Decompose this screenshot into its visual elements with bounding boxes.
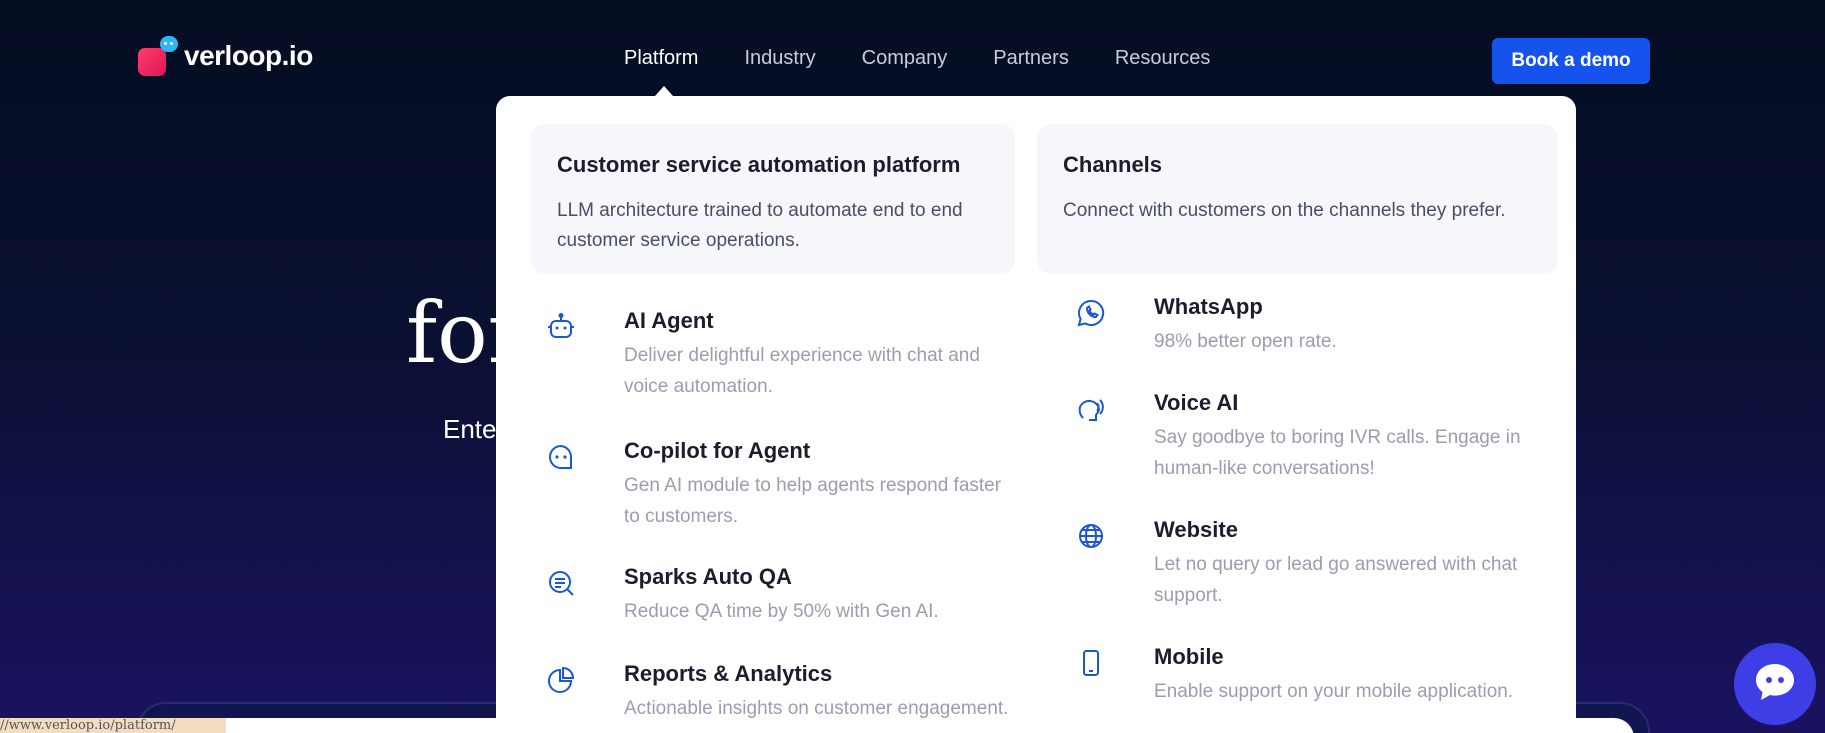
item-desc: Reduce QA time by 50% with Gen AI. <box>624 601 939 622</box>
nav-resources[interactable]: Resources <box>1115 47 1211 70</box>
item-title: Voice AI <box>1154 390 1239 415</box>
menu-item-mobile[interactable]: Mobile Enable support on your mobile app… <box>1076 642 1546 707</box>
voice-icon <box>1076 394 1106 424</box>
menu-item-voice-ai[interactable]: Voice AI Say goodbye to boring IVR calls… <box>1076 388 1546 515</box>
nav-company[interactable]: Company <box>862 47 948 70</box>
robot-icon <box>546 312 576 342</box>
search-list-icon <box>546 568 576 598</box>
item-title: Mobile <box>1154 644 1224 669</box>
nav-platform[interactable]: Platform <box>624 47 698 70</box>
menu-item-whatsapp[interactable]: WhatsApp 98% better open rate. <box>1076 292 1546 388</box>
menu-item-reports-analytics[interactable]: Reports & Analytics Actionable insights … <box>546 659 1016 724</box>
book-demo-button[interactable]: Book a demo <box>1492 38 1650 84</box>
dropdown-caret <box>655 86 673 96</box>
item-title: WhatsApp <box>1154 294 1263 319</box>
menu-item-copilot[interactable]: Co-pilot for Agent Gen AI module to help… <box>546 436 1016 562</box>
globe-icon <box>1076 521 1106 551</box>
pie-chart-icon <box>546 665 576 695</box>
channels-card[interactable]: Channels Connect with customers on the c… <box>1037 124 1557 274</box>
item-desc: Let no query or lead go answered with ch… <box>1154 554 1518 606</box>
platform-items: AI Agent Deliver delightful experience w… <box>546 306 1016 724</box>
card-title: Customer service automation platform <box>557 152 961 177</box>
card-title: Channels <box>1063 152 1163 177</box>
nav-partners[interactable]: Partners <box>993 47 1069 70</box>
item-desc: Actionable insights on customer engageme… <box>624 698 1009 719</box>
channel-items: WhatsApp 98% better open rate. Voice AI … <box>1076 292 1546 707</box>
menu-item-website[interactable]: Website Let no query or lead go answered… <box>1076 515 1546 642</box>
automation-platform-card[interactable]: Customer service automation platform LLM… <box>531 124 1015 274</box>
menu-item-sparks-auto-qa[interactable]: Sparks Auto QA Reduce QA time by 50% wit… <box>546 562 1016 659</box>
nav-industry[interactable]: Industry <box>744 47 815 70</box>
item-title: Website <box>1154 517 1238 542</box>
menu-item-ai-agent[interactable]: AI Agent Deliver delightful experience w… <box>546 306 1016 436</box>
item-desc: 98% better open rate. <box>1154 331 1337 352</box>
logo-text: verloop.io <box>184 40 313 71</box>
chat-bubble-icon <box>1753 662 1797 707</box>
chat-dots-icon <box>546 442 576 472</box>
item-desc: Gen AI module to help agents respond fas… <box>624 475 1002 527</box>
item-desc: Enable support on your mobile applicatio… <box>1154 681 1514 702</box>
item-desc: Deliver delightful experience with chat … <box>624 345 980 397</box>
main-nav: Platform Industry Company Partners Resou… <box>624 47 1210 70</box>
item-title: AI Agent <box>624 308 714 333</box>
item-title: Co-pilot for Agent <box>624 438 811 463</box>
logo[interactable]: verloop.io <box>136 34 313 78</box>
whatsapp-icon <box>1076 298 1106 328</box>
card-desc: LLM architecture trained to automate end… <box>557 200 963 251</box>
card-desc: Connect with customers on the channels t… <box>1063 200 1506 221</box>
logo-mark-icon <box>136 34 178 78</box>
chat-widget-button[interactable] <box>1734 643 1816 725</box>
platform-dropdown: Customer service automation platform LLM… <box>496 96 1576 733</box>
mobile-icon <box>1076 648 1106 678</box>
item-desc: Say goodbye to boring IVR calls. Engage … <box>1154 427 1521 479</box>
status-bar-url: //www.verloop.io/platform/ <box>0 718 226 733</box>
hero-subtitle: Ente <box>443 414 497 444</box>
item-title: Reports & Analytics <box>624 661 833 686</box>
item-title: Sparks Auto QA <box>624 564 792 589</box>
